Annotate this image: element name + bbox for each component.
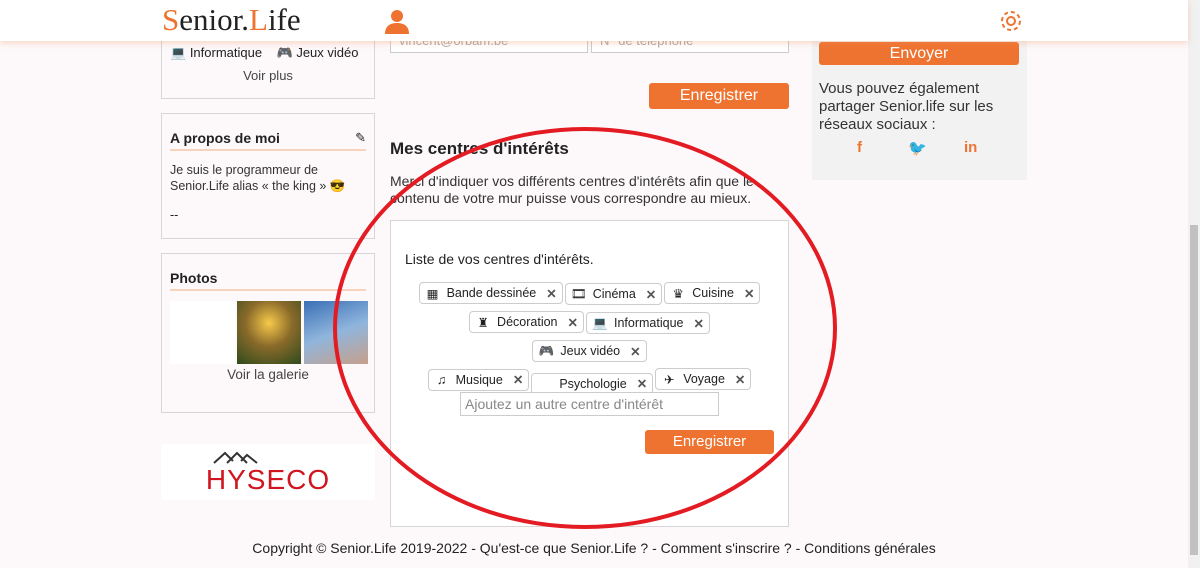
interest-tag: 🎮 Jeux vidéo ✕ <box>532 340 647 362</box>
twitter-icon[interactable]: 🐦 <box>908 139 927 157</box>
sep: - <box>791 540 805 556</box>
comic-icon: ▦ <box>426 286 439 301</box>
footer: Copyright © Senior.Life 2019-2022 - Qu'e… <box>0 540 1188 556</box>
about-signature: -- <box>170 208 179 222</box>
preview-item: Informatique <box>189 45 263 60</box>
gamepad-icon: 🎮 <box>538 343 555 358</box>
chef-hat-icon: ♛ <box>672 286 684 301</box>
remove-tag-icon[interactable]: ✕ <box>744 286 754 301</box>
interest-tag: 💻 Informatique ✕ <box>585 312 710 334</box>
interests-preview: 💻 Informatique 🎮 Jeux vidéo <box>170 45 359 60</box>
interests-box: Liste de vos centres d'intérêts. ▦ Bande … <box>390 220 789 527</box>
sep: - <box>648 540 661 556</box>
gear-icon[interactable] <box>998 8 1024 34</box>
photos-title: Photos <box>170 270 218 286</box>
save-interests-button[interactable]: Enregistrer <box>645 430 774 454</box>
interest-tags: ▦ Bande dessinée ✕ 🎞 Cinéma ✕ ♛ Cuisine ✕ ♜ Décora… <box>411 279 768 398</box>
stamp-icon: ♜ <box>477 315 489 330</box>
plane-icon: ✈ <box>663 372 675 387</box>
remove-tag-icon[interactable]: ✕ <box>630 344 640 359</box>
send-button[interactable]: Envoyer <box>819 42 1019 65</box>
interests-list-label: Liste de vos centres d'intérêts. <box>405 251 594 267</box>
remove-tag-icon[interactable]: ✕ <box>513 372 523 387</box>
music-icon: ♫ <box>436 372 447 387</box>
linkedin-icon[interactable]: in <box>964 139 977 156</box>
interest-tag: ✈ Voyage ✕ <box>655 368 752 390</box>
photo-heart-hands[interactable] <box>237 301 301 364</box>
see-more-link[interactable]: Voir plus <box>162 68 374 83</box>
save-contact-button[interactable]: Enregistrer <box>649 83 789 109</box>
remove-tag-icon[interactable]: ✕ <box>637 376 647 391</box>
interest-tag-label: Cinéma <box>592 287 636 301</box>
remove-tag-icon[interactable]: ✕ <box>693 316 703 331</box>
remove-tag-icon[interactable]: ✕ <box>646 287 656 302</box>
photos-card: Photos Voir la galerie <box>161 253 375 413</box>
about-title: A propos de moi <box>170 130 280 146</box>
interest-tag-label: Informatique <box>613 316 684 330</box>
interests-intro: Merci d'indiquer vos différents centres … <box>390 173 754 206</box>
header: Senior.Life <box>0 0 1188 41</box>
interest-tag: ♫ Musique ✕ <box>427 368 530 391</box>
remove-tag-icon[interactable]: ✕ <box>546 286 556 301</box>
remove-tag-icon[interactable]: ✕ <box>568 315 578 330</box>
ad-brand: HYSECO <box>205 464 331 495</box>
interests-title: Mes centres d'intérêts <box>390 139 569 158</box>
share-panel: Envoyer Vous pouvez également partager S… <box>812 20 1027 180</box>
interest-tag: ♜ Décoration ✕ <box>469 311 584 333</box>
copyright: Copyright © Senior.Life 2019-2022 <box>252 540 468 556</box>
about-card: A propos de moi ✎ Je suis le programmeur… <box>161 113 375 239</box>
interest-tag-label: Psychologie <box>559 376 627 391</box>
interest-tag: ♛ Cuisine ✕ <box>664 282 761 304</box>
ad-banner[interactable]: HYSECO <box>161 444 375 500</box>
roof-logo-icon <box>213 451 258 464</box>
divider <box>170 149 366 151</box>
interest-tag-label: Bande dessinée <box>446 286 537 300</box>
footer-link-about[interactable]: Qu'est-ce que Senior.Life ? <box>480 540 648 556</box>
about-text: Je suis le programmeur de Senior.Life al… <box>170 163 346 193</box>
interest-tag-label: Voyage <box>683 372 725 386</box>
user-icon[interactable] <box>384 8 410 34</box>
interest-tag: ▦ Bande dessinée ✕ <box>418 282 563 304</box>
interest-tag: 🎞 Cinéma ✕ <box>564 283 663 305</box>
photo-child[interactable] <box>304 301 368 364</box>
footer-link-terms[interactable]: Conditions générales <box>804 540 936 556</box>
interest-tag-label: Musique <box>455 372 503 387</box>
photo-placeholder[interactable] <box>170 301 235 364</box>
laptop-icon: 💻 <box>592 315 608 330</box>
preview-item: Jeux vidéo <box>296 45 359 60</box>
logo[interactable]: Senior.Life <box>162 2 301 38</box>
share-text: Vous pouvez également partager Senior.li… <box>819 80 994 133</box>
add-interest-input[interactable]: Ajoutez un autre centre d'intérêt <box>460 392 719 416</box>
interest-tag-label: Jeux vidéo <box>560 344 621 358</box>
gallery-link[interactable]: Voir la galerie <box>162 367 374 382</box>
scrollbar[interactable] <box>1188 0 1200 568</box>
edit-pencil-icon[interactable]: ✎ <box>355 130 366 146</box>
facebook-icon[interactable]: f <box>857 139 862 156</box>
divider <box>170 289 366 291</box>
interest-tag-label: Décoration <box>497 315 558 329</box>
film-icon: 🎞 <box>570 286 587 301</box>
remove-tag-icon[interactable]: ✕ <box>735 372 745 387</box>
scrollbar-thumb[interactable] <box>1190 225 1198 555</box>
footer-link-signup[interactable]: Comment s'inscrire ? <box>661 540 792 556</box>
interest-tag-label: Cuisine <box>692 286 734 300</box>
sep: - <box>467 540 480 556</box>
